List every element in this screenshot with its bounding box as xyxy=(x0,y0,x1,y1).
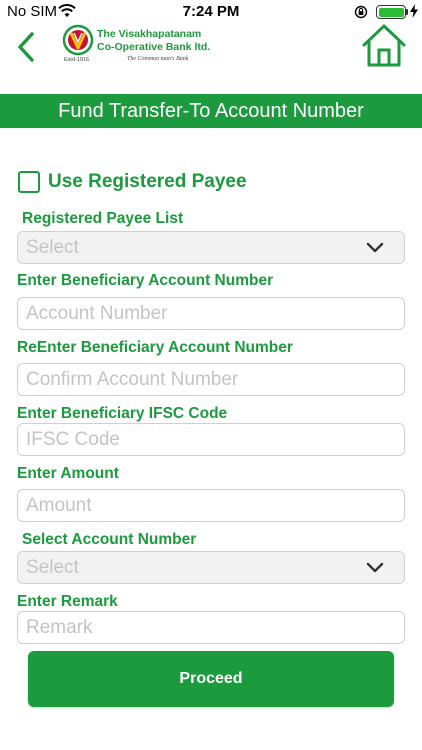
use-registered-payee-checkbox[interactable]: Use Registered Payee xyxy=(18,170,247,194)
battery-tip xyxy=(406,9,408,15)
chevron-down-icon xyxy=(366,562,384,573)
battery-icon xyxy=(376,5,406,19)
remark-input[interactable] xyxy=(18,612,404,643)
select-account-selected-value: Select xyxy=(26,557,79,578)
amount-label: Enter Amount xyxy=(17,465,119,482)
select-account-number-select[interactable]: Select xyxy=(17,551,405,584)
registered-payee-list-label: Registered Payee List xyxy=(22,210,184,227)
page-title: Fund Transfer-To Account Number xyxy=(58,100,364,122)
bank-emblem-icon xyxy=(62,24,94,56)
app-header: The Visakhapatanam Co-Operative Bank ltd… xyxy=(0,24,422,94)
select-account-number-label: Select Account Number xyxy=(22,531,197,548)
home-icon xyxy=(362,24,406,67)
home-button[interactable] xyxy=(360,24,408,68)
amount-input[interactable] xyxy=(18,490,404,521)
account-number-field[interactable] xyxy=(17,297,405,330)
account-number-label: Enter Beneficiary Account Number xyxy=(17,272,274,289)
charging-icon xyxy=(410,4,418,22)
checkbox-box[interactable] xyxy=(18,171,40,193)
remark-label: Enter Remark xyxy=(17,593,118,610)
confirm-account-number-field[interactable] xyxy=(17,363,405,396)
registered-payee-select[interactable]: Select xyxy=(17,231,405,264)
use-registered-payee-label: Use Registered Payee xyxy=(48,171,247,192)
ifsc-code-input[interactable] xyxy=(18,424,404,455)
orientation-lock-icon xyxy=(354,5,368,23)
chevron-down-icon xyxy=(366,242,384,253)
registered-payee-selected-value: Select xyxy=(26,237,79,258)
chevron-left-icon xyxy=(18,32,34,62)
confirm-account-number-label: ReEnter Beneficiary Account Number xyxy=(17,339,293,356)
account-number-input[interactable] xyxy=(18,298,404,329)
proceed-button[interactable]: Proceed xyxy=(28,651,394,707)
status-bar: No SIM 7:24 PM xyxy=(0,0,422,24)
bank-name-line2: Co-Operative Bank ltd. xyxy=(97,41,211,53)
remark-field[interactable] xyxy=(17,611,405,644)
ifsc-code-field[interactable] xyxy=(17,423,405,456)
amount-field[interactable] xyxy=(17,489,405,522)
ifsc-code-label: Enter Beneficiary IFSC Code xyxy=(17,405,228,422)
bank-estd: Estd-1916 xyxy=(64,57,90,63)
bank-tagline: The Common man's Bank xyxy=(127,56,189,62)
bank-logo: The Visakhapatanam Co-Operative Bank ltd… xyxy=(62,24,210,68)
bank-name-line1: The Visakhapatanam xyxy=(97,28,202,40)
page-title-bar: Fund Transfer-To Account Number xyxy=(0,94,422,128)
confirm-account-number-input[interactable] xyxy=(18,364,404,395)
back-button[interactable] xyxy=(10,30,44,64)
